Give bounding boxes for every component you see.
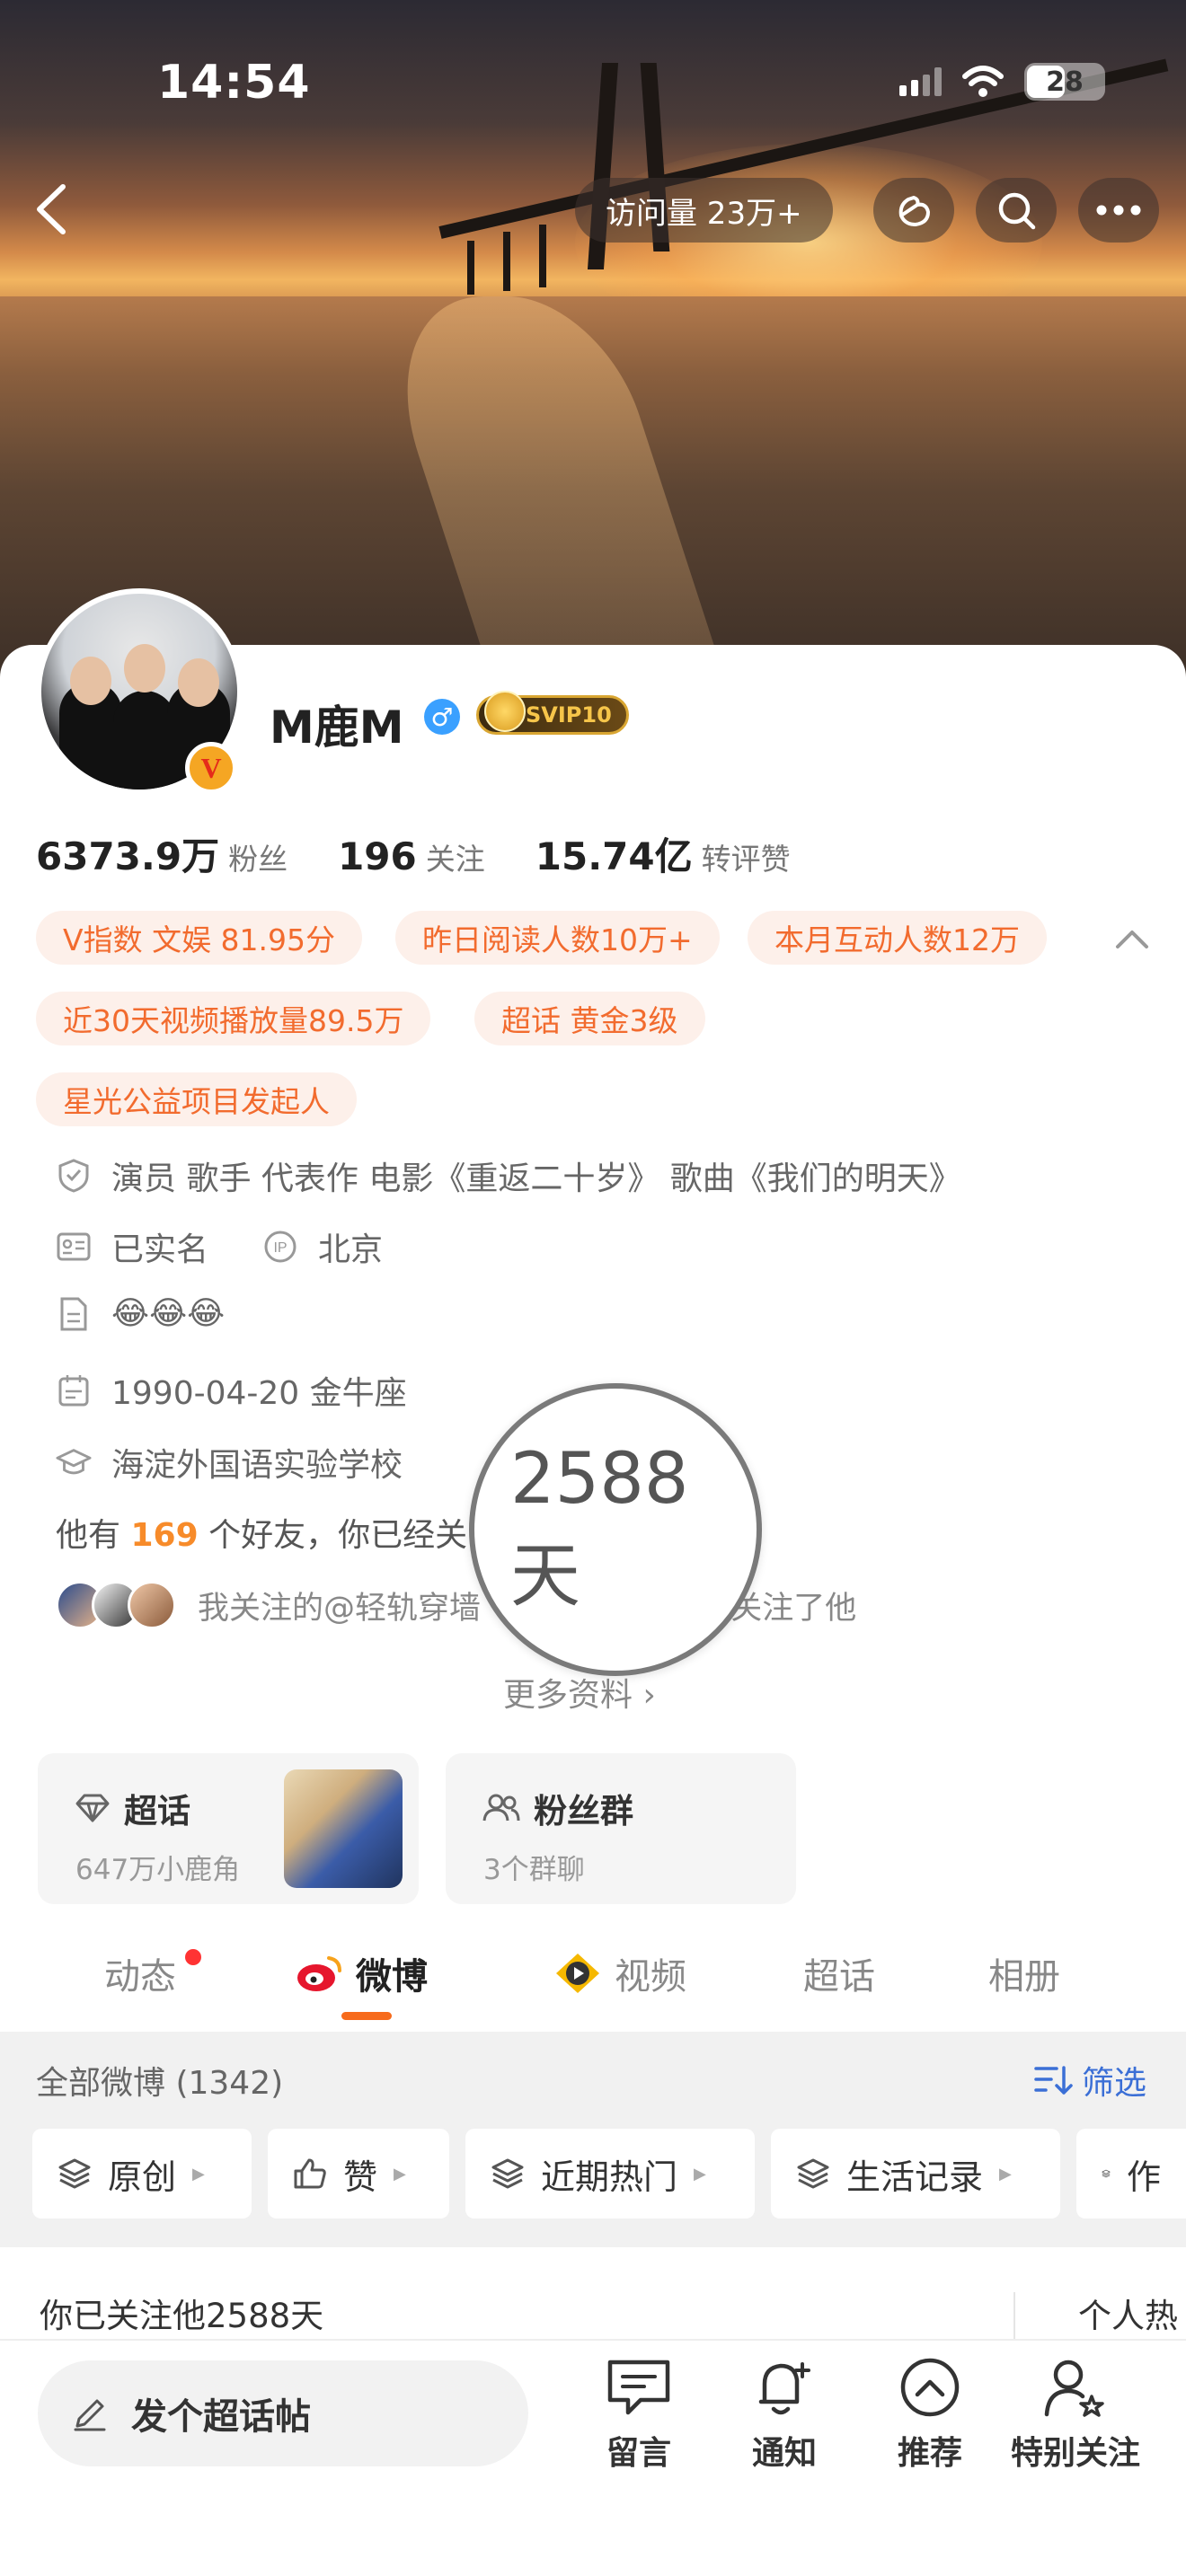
bridge-pier [539,225,546,287]
calendar-icon [58,1375,89,1407]
layers-icon [797,2158,829,2189]
info-bio: 😂😂😂 [56,1295,225,1332]
comment-button[interactable]: 留言 [571,2357,706,2474]
notification-dot [185,1949,201,1965]
stat-following[interactable]: 196 关注 [338,834,485,878]
recommend-button[interactable]: 推荐 [863,2357,997,2474]
svip-label: SVIP10 [526,702,612,728]
visits-counter[interactable]: 访问量 23万+ [575,178,833,243]
search-button[interactable] [976,178,1057,243]
bridge-pier [467,241,474,295]
verified-badge-icon: V [185,742,237,794]
cellular-signal-icon [899,67,942,96]
profile-name: M鹿M [270,701,404,754]
bridge-pier [503,232,510,291]
hand-heart-icon [898,196,930,226]
widget-fan-group[interactable]: 粉丝群 3个群聊 [446,1753,796,1904]
tab-album[interactable]: 相册 [988,1947,1060,1999]
tag-charity[interactable]: 星光公益项目发起人 [36,1072,357,1126]
filter-button[interactable]: 筛选 [1033,2057,1146,2104]
id-card-icon [57,1232,91,1261]
tab-activity[interactable]: 动态 [104,1947,176,1999]
magnified-days: 2588 天 [510,1439,689,1617]
chip-original[interactable]: 原创 ▶ [32,2129,252,2219]
magnifier-overlay: 2588 天 [469,1383,762,1676]
tab-super-topic[interactable]: 超话 [803,1947,875,1999]
tab-weibo[interactable]: 微博 [295,1947,428,1999]
layers-icon [491,2158,524,2189]
weibo-logo-icon [297,1956,341,1991]
shield-icon [58,1159,89,1193]
tab-video[interactable]: 视频 [552,1947,686,1999]
info-school: 海淀外国语实验学校 [56,1439,403,1486]
bell-plus-icon [758,2362,810,2415]
document-icon [60,1297,87,1330]
active-tab-indicator [341,2012,392,2020]
info-birthday: 1990-04-20 金牛座 [56,1367,407,1414]
tag-reads[interactable]: 昨日阅读人数10万+ [395,911,720,965]
stat-likes[interactable]: 15.74亿 转评赞 [535,826,791,881]
video-play-icon [556,1954,599,1993]
crown-icon [484,691,526,732]
thumbs-up-icon [294,2158,326,2189]
chevron-up-icon[interactable] [1114,925,1150,952]
diamond-icon [75,1794,110,1822]
wifi-icon [962,66,1004,97]
tag-super-topic[interactable]: 超话 黄金3级 [474,992,705,1045]
more-info-link[interactable]: 更多资料 › [503,1669,656,1716]
profile-stats: 6373.9万 粉丝 196 关注 15.74亿 转评赞 [36,826,791,881]
personal-hot-label[interactable]: 个人热 [1078,2289,1178,2337]
chip-works[interactable]: 作 [1076,2129,1186,2219]
layers-icon [1102,2169,1111,2178]
compose-super-topic-button[interactable]: 发个超话帖 [38,2360,528,2466]
tag-interactions[interactable]: 本月互动人数12万 [748,911,1047,965]
filter-icon [1034,2066,1073,2095]
info-verified-ip: 已实名 IP 北京 [56,1223,383,1270]
ip-location-icon: IP [264,1231,296,1263]
chip-life-record[interactable]: 生活记录 ▶ [771,2129,1060,2219]
friends-count[interactable]: 169 [130,1517,198,1554]
pencil-icon [74,2399,106,2431]
search-icon [998,192,1036,230]
chevron-up-circle-icon [900,2358,960,2417]
chip-trending[interactable]: 近期热门 ▶ [465,2129,755,2219]
back-icon[interactable] [25,178,79,241]
special-follow-button[interactable]: 特别关注 [1008,2357,1143,2474]
super-topic-thumbnail [284,1769,403,1888]
more-dots-icon [1096,205,1141,216]
friends-line: 他有 169 个好友，你已经关 [56,1517,468,1554]
group-icon [482,1794,520,1822]
tag-video-plays[interactable]: 近30天视频播放量89.5万 [36,992,431,1045]
stat-fans[interactable]: 6373.9万 粉丝 [36,826,288,881]
status-icons: 28 [899,63,1105,101]
chip-liked[interactable]: 赞 ▶ [268,2129,449,2219]
divider [1013,2292,1015,2339]
notify-button[interactable]: 通知 [717,2357,852,2474]
svip-badge[interactable]: SVIP10 [476,691,629,735]
feed-title: 全部微博 (1342) [36,2065,284,2102]
info-occupation: 演员 歌手 代表作 电影《重返二十岁》 歌曲《我们的明天》 [56,1152,961,1199]
svg-text:IP: IP [273,1240,287,1256]
person-star-icon [1044,2360,1104,2417]
follow-days-note[interactable]: 你已关注他2588天 [40,2289,323,2337]
male-gender-icon: ♂ [424,699,460,735]
gift-button[interactable] [873,178,954,243]
mutual-avatar [128,1581,176,1629]
tag-v-index[interactable]: V指数 文娱 81.95分 [36,911,363,965]
message-bubble-icon [607,2360,670,2415]
battery-icon: 28 [1024,63,1105,101]
graduation-cap-icon [56,1449,92,1475]
battery-level: 28 [1046,66,1084,98]
layers-icon [58,2158,91,2189]
status-time: 14:54 [157,56,311,110]
widget-super-topic[interactable]: 超话 647万小鹿角 [38,1753,419,1904]
more-button[interactable] [1078,178,1159,243]
